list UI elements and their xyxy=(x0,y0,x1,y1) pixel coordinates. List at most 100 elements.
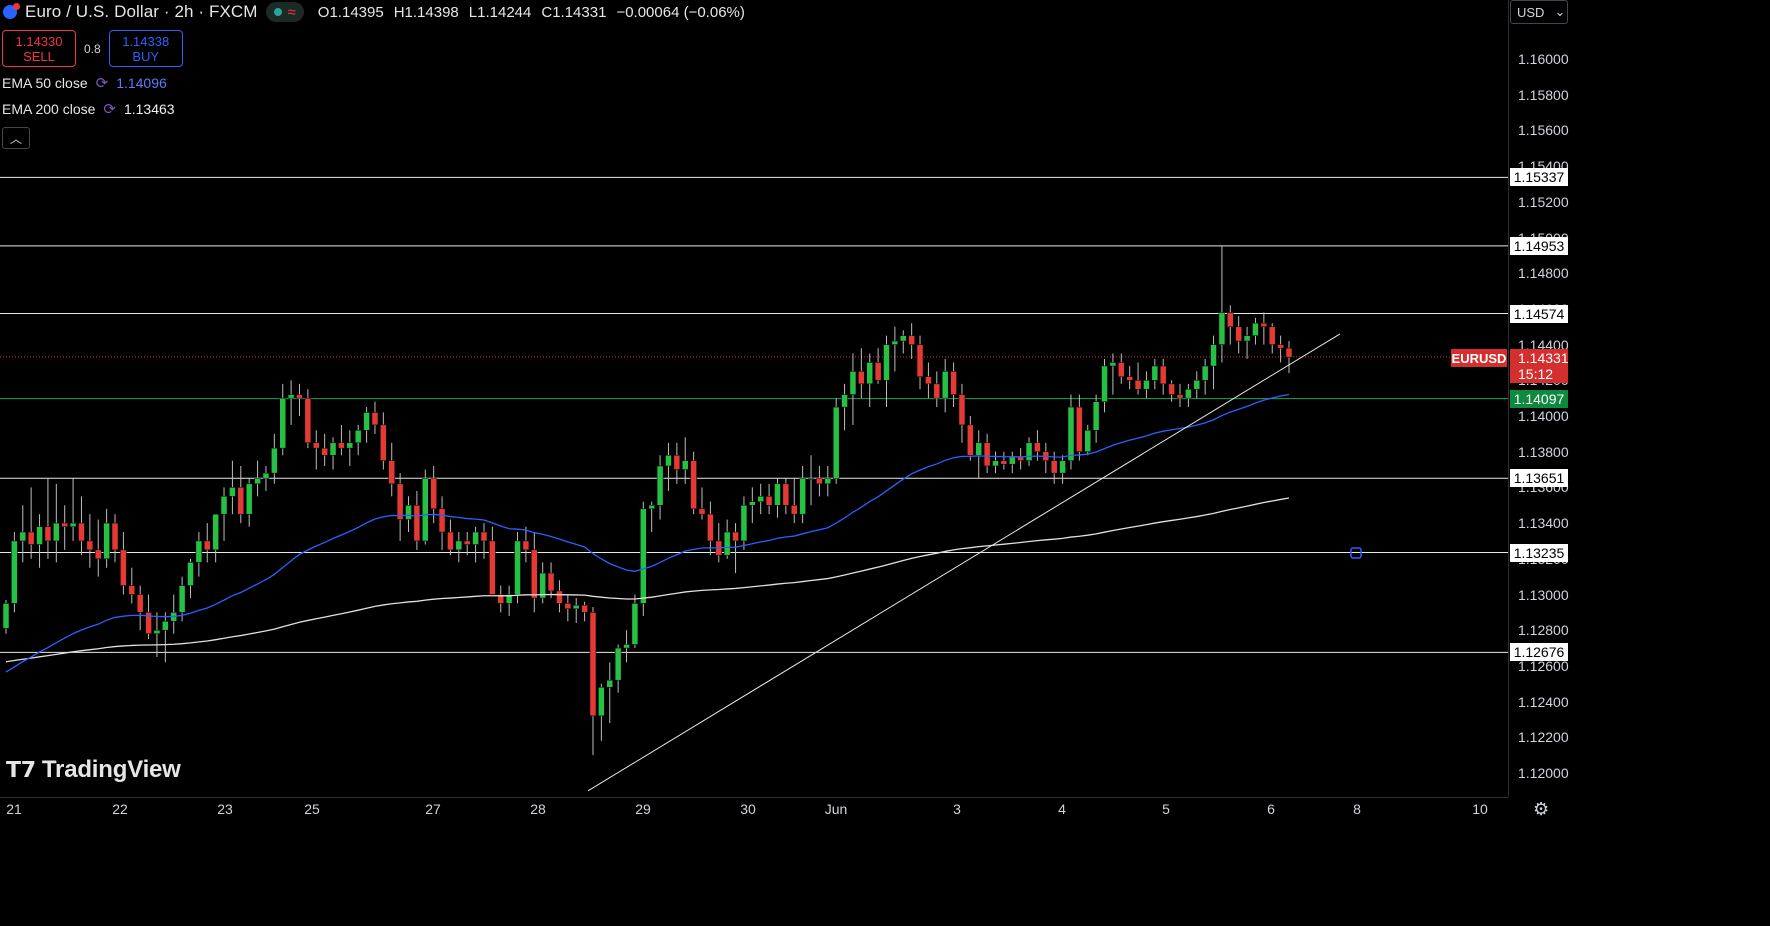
sell-label: SELL xyxy=(23,48,55,64)
current-price-label: 1.14331 15:12 xyxy=(1510,349,1569,383)
candlestick-chart[interactable] xyxy=(0,0,1508,797)
candle-body xyxy=(623,644,630,649)
candle-body xyxy=(723,531,731,556)
candle-body xyxy=(380,424,387,461)
time-tick: 10 xyxy=(1472,801,1488,817)
candle-body xyxy=(103,522,110,560)
candle-body xyxy=(648,505,655,510)
candle-body xyxy=(983,442,991,467)
ema200-value: 1.13463 xyxy=(123,101,175,117)
candle-body xyxy=(874,362,882,381)
time-tick: 23 xyxy=(217,801,233,817)
candle-body xyxy=(1059,460,1066,474)
level-label: 1.14574 xyxy=(1510,304,1568,323)
level-label: 1.14097 xyxy=(1510,389,1568,408)
candle-body xyxy=(438,508,446,533)
candle-body xyxy=(472,531,479,545)
ohlc-readout: O1.14395 H1.14398 L1.14244 C1.14331 −0.0… xyxy=(317,3,745,21)
candle-body xyxy=(765,496,773,506)
candle-body xyxy=(925,376,932,385)
collapse-legend-button[interactable]: ︿ xyxy=(2,127,30,149)
candle-body xyxy=(640,508,647,604)
candle-body xyxy=(1126,376,1133,381)
price-tick: 1.14000 xyxy=(1518,408,1569,424)
market-status-pill[interactable]: ≈ xyxy=(265,2,304,22)
ema50-label: EMA 50 close xyxy=(2,75,88,91)
candle-body xyxy=(1084,430,1091,452)
candle-body xyxy=(522,540,530,551)
wave-icon: ≈ xyxy=(287,3,296,21)
candle-body xyxy=(279,397,286,449)
candle-body xyxy=(832,406,840,479)
candle-body xyxy=(36,526,43,545)
candle-body xyxy=(329,442,337,456)
candle-body xyxy=(1101,365,1108,402)
level-label: 1.13651 xyxy=(1510,469,1568,488)
candle-body xyxy=(187,562,194,586)
candle-body xyxy=(1092,401,1100,431)
candle-body xyxy=(967,424,974,456)
currency-label: USD xyxy=(1517,4,1545,20)
candle-body xyxy=(774,483,781,506)
time-tick: 5 xyxy=(1162,801,1170,817)
low-value: 1.14244 xyxy=(477,3,532,21)
time-tick: 6 xyxy=(1267,801,1275,817)
candle-body xyxy=(572,604,580,610)
gear-icon[interactable]: ⚙ xyxy=(1533,799,1549,820)
candle-body xyxy=(514,540,521,595)
candle-body xyxy=(195,540,203,563)
candle-body xyxy=(900,335,907,342)
currency-selector[interactable]: USD ⌄ xyxy=(1510,0,1568,24)
symbol-title[interactable]: Euro / U.S. Dollar · 2h · FXCM xyxy=(25,2,258,22)
candle-body xyxy=(262,472,270,479)
price-tick: 1.13400 xyxy=(1518,515,1569,532)
chevron-down-icon: ⌄ xyxy=(1554,4,1566,19)
candle-body xyxy=(19,531,27,542)
indicator-ema200[interactable]: EMA 200 close ⟳ 1.13463 xyxy=(2,100,175,118)
candle-body xyxy=(86,540,94,551)
candle-body xyxy=(245,483,253,515)
candle-body xyxy=(430,478,437,510)
candle-body xyxy=(480,531,488,542)
candle-body xyxy=(94,549,102,560)
sell-button[interactable]: 1.14330 SELL xyxy=(2,30,76,67)
sell-price: 1.14330 xyxy=(15,33,63,49)
candle-body xyxy=(908,335,915,345)
candle-body xyxy=(824,478,832,485)
candle-body xyxy=(1159,365,1167,385)
candle-body xyxy=(254,478,261,485)
candle-body xyxy=(1277,344,1284,349)
time-tick: 28 xyxy=(530,801,546,817)
price-tick: 1.15800 xyxy=(1518,86,1569,103)
current-price: 1.14331 xyxy=(1518,350,1569,366)
candle-body xyxy=(363,412,370,431)
candle-body xyxy=(1017,456,1024,461)
buy-label: BUY xyxy=(132,48,160,64)
level-label: 1.15337 xyxy=(1510,168,1568,187)
candle-body xyxy=(958,394,966,426)
price-tick: 1.12200 xyxy=(1518,729,1569,746)
candle-body xyxy=(1143,380,1150,390)
candle-body xyxy=(338,442,345,449)
candle-body xyxy=(690,460,697,510)
candle-body xyxy=(1109,362,1117,367)
candle-body xyxy=(61,522,68,527)
refresh-icon[interactable]: ⟳ xyxy=(103,100,116,118)
time-tick: 3 xyxy=(953,801,961,817)
price-tick: 1.13800 xyxy=(1518,443,1569,460)
time-tick: 4 xyxy=(1058,801,1066,817)
ema200-line[interactable] xyxy=(5,497,1290,663)
candle-body xyxy=(1243,335,1251,342)
candle-body xyxy=(120,549,127,586)
candle-body xyxy=(136,594,144,613)
buy-button[interactable]: 1.14338 BUY xyxy=(108,30,183,67)
candle-body xyxy=(178,585,186,613)
candle-body xyxy=(556,590,563,604)
indicator-ema50[interactable]: EMA 50 close ⟳ 1.14096 xyxy=(2,74,167,92)
candle-body xyxy=(296,394,303,399)
candle-body xyxy=(589,612,597,717)
trade-panel: 1.14330 SELL 0.8 1.14338 BUY xyxy=(2,30,183,67)
refresh-icon[interactable]: ⟳ xyxy=(96,74,109,92)
candle-body xyxy=(883,344,890,381)
candle-body xyxy=(313,442,320,449)
